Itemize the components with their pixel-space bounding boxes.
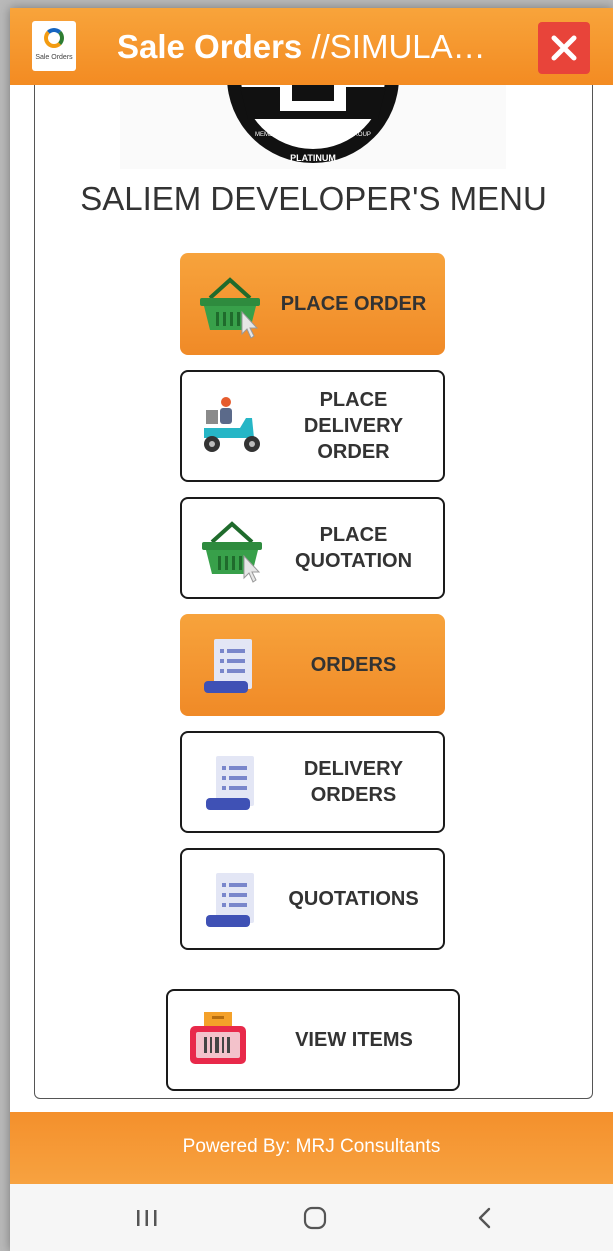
- scooter-delivery-icon: [204, 397, 260, 452]
- title-app-name: Sale Orders: [117, 28, 303, 65]
- orders-label: ORDERS: [310, 654, 397, 676]
- place-quotation-button[interactable]: PLACE QUOTATION: [180, 497, 445, 599]
- company-logo: MEMBER OF THE BLUE BOTTLE GROUP PLATINUM: [120, 85, 506, 169]
- delivery-orders-button[interactable]: DELIVERY ORDERS: [180, 731, 445, 833]
- basket-icon: [200, 277, 260, 339]
- system-nav-bar: [10, 1184, 613, 1251]
- receipt-icon: [206, 756, 254, 810]
- view-items-label: VIEW ITEMS: [295, 1029, 413, 1051]
- title-bar: Sale Orders Sale Orders //SIMULA…: [10, 8, 613, 85]
- place-delivery-order-label: PLACE DELIVERY ORDER: [303, 389, 404, 463]
- app-logo-icon: Sale Orders: [32, 21, 76, 71]
- app-icon-label: Sale Orders: [35, 54, 73, 61]
- back-icon[interactable]: [463, 1198, 507, 1238]
- window-title: Sale Orders //SIMULA…: [117, 28, 486, 66]
- logo-tier: PLATINUM: [290, 153, 336, 163]
- orders-button[interactable]: ORDERS: [180, 614, 445, 716]
- quotations-label: QUOTATIONS: [288, 888, 419, 910]
- logo-tagline: MEMBER OF THE BLUE BOTTLE GROUP: [255, 132, 371, 138]
- home-icon[interactable]: [293, 1198, 337, 1238]
- close-button[interactable]: [538, 22, 590, 74]
- menu-heading: SALIEM DEVELOPER'S MENU: [80, 180, 547, 217]
- view-items-button[interactable]: VIEW ITEMS: [166, 989, 460, 1091]
- place-order-button[interactable]: PLACE ORDER: [180, 253, 445, 355]
- app-screen: Sale Orders Sale Orders //SIMULA… MEMBER…: [10, 8, 613, 1251]
- powered-by-text: Powered By: MRJ Consultants: [182, 1136, 441, 1157]
- quotations-button[interactable]: QUOTATIONS: [180, 848, 445, 950]
- delivery-orders-label: DELIVERY ORDERS: [303, 758, 404, 806]
- receipt-icon: [206, 873, 254, 927]
- title-suffix: //SIMULA…: [302, 28, 486, 65]
- receipt-icon: [204, 639, 252, 693]
- recent-apps-icon[interactable]: [125, 1198, 169, 1238]
- place-delivery-order-button[interactable]: PLACE DELIVERY ORDER: [180, 370, 445, 482]
- barcode-box-icon: [190, 1012, 246, 1064]
- place-quotation-label: PLACE QUOTATION: [294, 524, 413, 572]
- close-icon: [551, 35, 577, 61]
- place-order-label: PLACE ORDER: [280, 293, 427, 315]
- basket-icon: [202, 521, 262, 583]
- footer-bar: Powered By: MRJ Consultants: [10, 1112, 613, 1184]
